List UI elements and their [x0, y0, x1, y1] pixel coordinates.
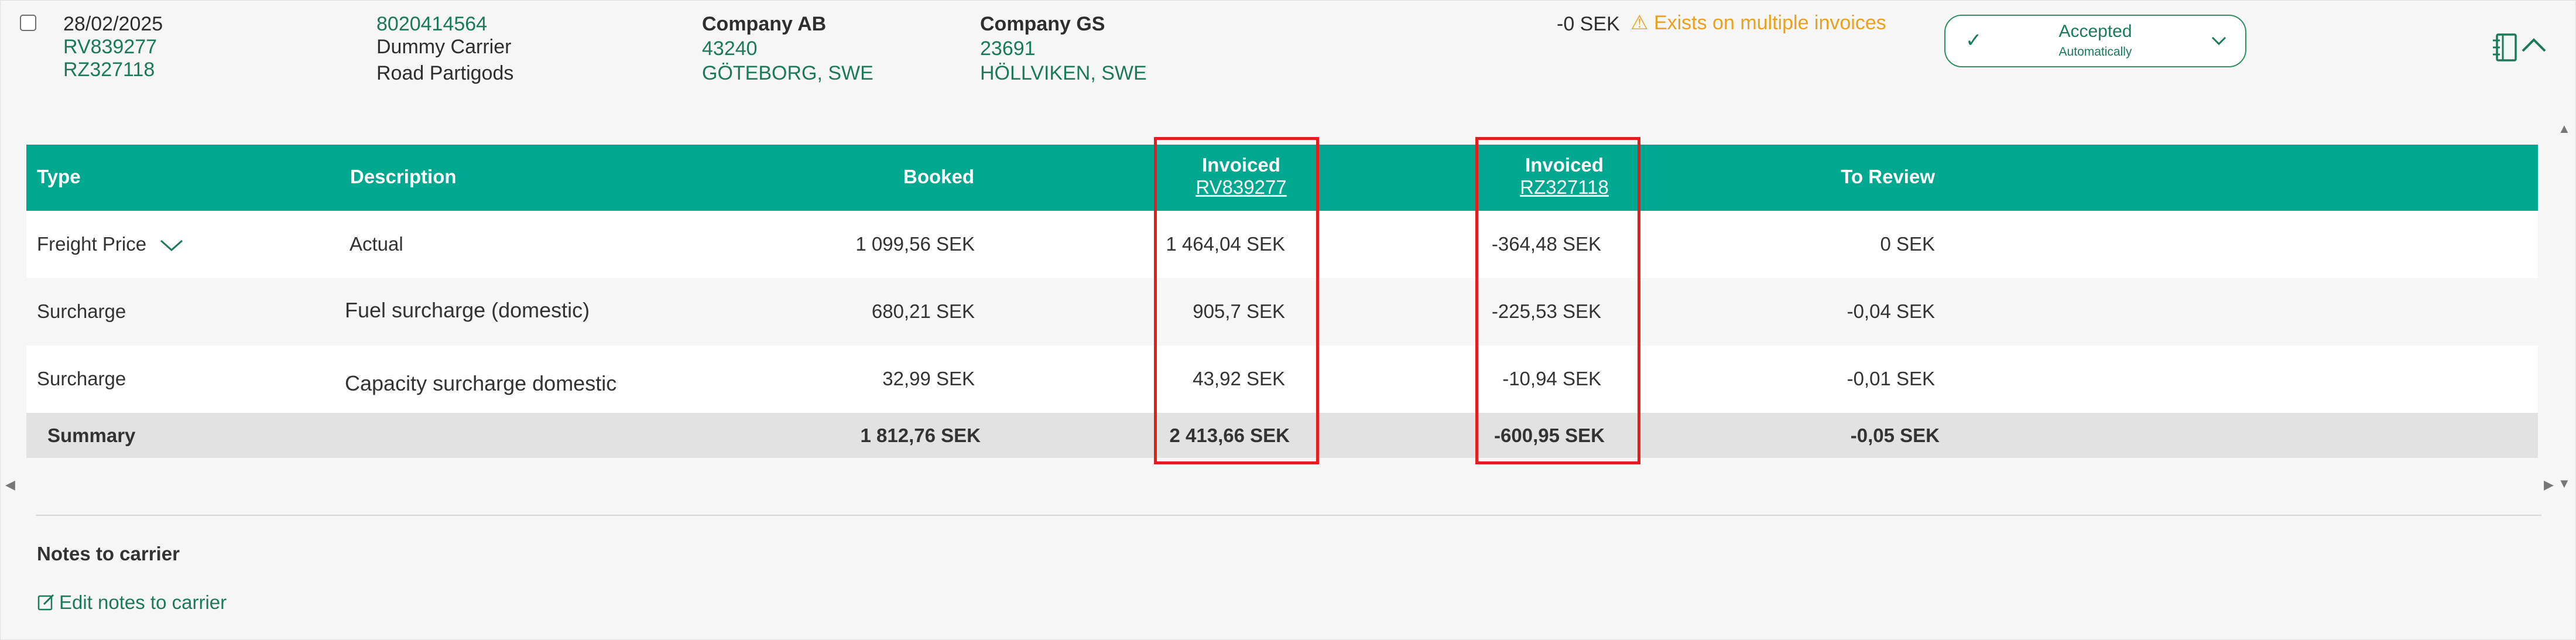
highlight-invoiced-1 — [1154, 137, 1319, 464]
consignor-city: GÖTEBORG, SWE — [702, 62, 873, 84]
row-to-review: 0 SEK — [1880, 233, 1935, 255]
edit-notes-link[interactable]: Edit notes to carrier — [37, 591, 227, 614]
row-type-dropdown[interactable]: Freight Price — [37, 233, 184, 255]
scroll-up-arrow[interactable]: ▲ — [2558, 121, 2571, 136]
edit-notes-label: Edit notes to carrier — [59, 591, 227, 613]
summary-label: Summary — [47, 425, 136, 446]
row-to-review: -0,01 SEK — [1847, 368, 1935, 389]
consignee-postal: 23691 — [980, 37, 1036, 60]
row-description: Actual — [350, 233, 403, 255]
row-to-review: -0,04 SEK — [1847, 300, 1935, 322]
row-booked: 1 099,56 SEK — [855, 233, 975, 255]
notebook-icon[interactable] — [2490, 31, 2519, 64]
consignee-city: HÖLLVIKEN, SWE — [980, 62, 1147, 84]
row-description: Capacity surcharge domestic — [345, 371, 617, 395]
status-dropdown[interactable]: ✓ Accepted Automatically — [1944, 15, 2246, 67]
collapse-chevron-up-icon[interactable] — [2520, 36, 2547, 53]
chevron-down-icon — [160, 240, 183, 252]
col-description: Description — [350, 166, 457, 187]
section-divider — [36, 515, 2541, 516]
edit-icon — [37, 594, 54, 611]
carrier-name: Dummy Carrier — [376, 36, 512, 58]
consignee-name: Company GS — [980, 13, 1105, 35]
status-label: Accepted — [2058, 22, 2132, 41]
scroll-right-arrow[interactable]: ▶ — [2544, 477, 2554, 492]
transport-mode: Road Partigods — [376, 62, 514, 84]
row-select-checkbox[interactable] — [20, 15, 36, 31]
warning-icon: ⚠ — [1630, 12, 1649, 34]
shipment-panel: 28/02/2025 RV839277 RZ327118 8020414564 … — [0, 0, 2576, 640]
row-type: Surcharge — [37, 368, 126, 389]
summary-to-review: -0,05 SEK — [1850, 425, 1940, 446]
warning-text: Exists on multiple invoices — [1653, 12, 1886, 34]
diff-amount: -0 SEK — [1557, 13, 1620, 35]
chevron-down-icon — [2211, 36, 2226, 46]
invoice-ref-link[interactable]: RV839277 — [63, 35, 157, 59]
highlight-invoiced-2 — [1475, 137, 1640, 464]
status-sublabel: Automatically — [2058, 45, 2132, 59]
row-description: Fuel surcharge (domestic) — [345, 298, 590, 322]
scroll-down-arrow[interactable]: ▼ — [2558, 476, 2571, 491]
row-type: Freight Price — [37, 233, 147, 255]
notes-title: Notes to carrier — [37, 543, 180, 564]
col-type: Type — [37, 166, 81, 187]
row-booked: 32,99 SEK — [882, 368, 975, 389]
invoice-ref-link[interactable]: RZ327118 — [63, 58, 155, 81]
row-booked: 680,21 SEK — [871, 300, 975, 322]
multiple-invoices-warning: ⚠ Exists on multiple invoices — [1630, 11, 1886, 35]
shipment-date: 28/02/2025 — [63, 13, 163, 35]
shipment-number-link[interactable]: 8020414564 — [376, 12, 487, 36]
summary-booked: 1 812,76 SEK — [860, 425, 981, 446]
col-to-review: To Review — [1841, 166, 1935, 187]
consignor-postal: 43240 — [702, 37, 758, 60]
col-booked: Booked — [903, 166, 975, 187]
scroll-left-arrow[interactable]: ◀ — [5, 477, 15, 492]
row-type: Surcharge — [37, 300, 126, 322]
consignor-name: Company AB — [702, 13, 827, 35]
